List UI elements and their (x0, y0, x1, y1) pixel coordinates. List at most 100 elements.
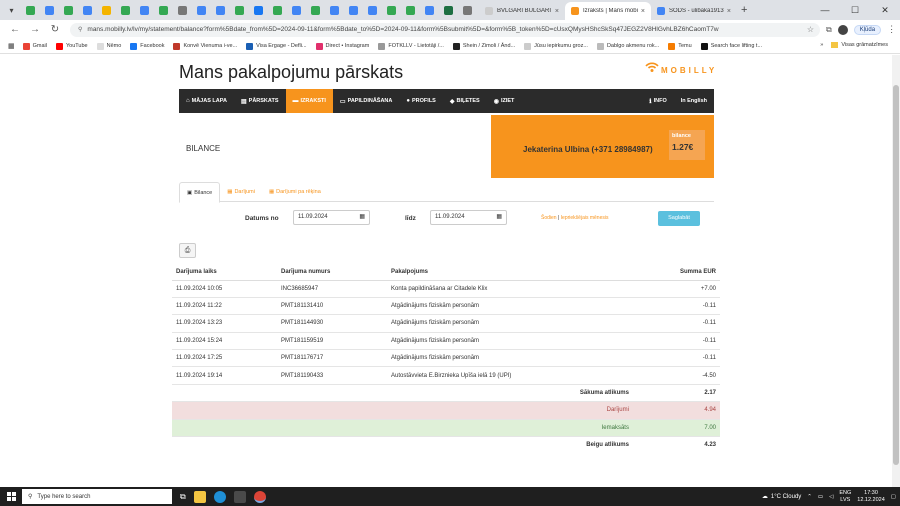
close-window-icon[interactable]: ✕ (870, 0, 900, 20)
print-button[interactable]: ⎙ (179, 243, 196, 258)
bookmark-item[interactable]: Facebook (130, 42, 164, 50)
search-placeholder: Type here to search (37, 493, 91, 500)
profile-error-button[interactable]: Kļūda (853, 24, 882, 35)
bookmark-item[interactable]: Gmail (22, 42, 47, 50)
pinned-tab[interactable] (327, 3, 342, 18)
pinned-tab[interactable] (118, 3, 133, 18)
edge-icon[interactable] (213, 490, 226, 503)
pinned-tab[interactable] (137, 3, 152, 18)
pinned-tab[interactable] (80, 3, 95, 18)
pinned-tab[interactable] (232, 3, 247, 18)
pinned-tab[interactable] (61, 3, 76, 18)
menu-icon[interactable]: ⋮ (887, 24, 896, 35)
nav-language-english[interactable]: In English (674, 89, 714, 113)
apps-icon[interactable]: ▦ (8, 42, 15, 50)
bookmark-item[interactable]: Konvē Vienuma i-ve... (173, 42, 237, 50)
nav-home[interactable]: ⌂ MĀJAS LAPA (179, 89, 234, 113)
pinned-tab[interactable] (42, 3, 57, 18)
address-bar[interactable]: ⚲ mans.mobilly.lv/lv/my/statement/balanc… (70, 22, 820, 37)
tray-overflow-icon[interactable]: ⌃ (807, 494, 812, 500)
forward-icon[interactable]: → (28, 24, 42, 35)
task-view-icon[interactable]: ⧉ (180, 492, 186, 502)
nav-statements[interactable]: ▬ IZRAKSTI (285, 89, 333, 113)
new-tab-icon[interactable]: + (741, 4, 747, 16)
bookmark-item[interactable]: Visa Ergage - Defli... (246, 42, 307, 50)
tab-transactions-by-invoice[interactable]: ▦ Darījumi pa rēķina (262, 182, 328, 202)
close-icon[interactable]: × (555, 8, 559, 15)
tab-balance[interactable]: ▣ Bilance (179, 182, 221, 203)
close-icon[interactable]: × (727, 8, 731, 15)
reload-icon[interactable]: ↻ (48, 24, 62, 35)
minimize-icon[interactable]: — (810, 0, 840, 20)
back-icon[interactable]: ← (8, 24, 22, 35)
all-bookmarks-folder[interactable]: » Visas grāmatzīmes (820, 42, 888, 48)
weather-widget[interactable]: ☁ 1°C Cloudy (762, 493, 801, 501)
nav-logout[interactable]: ◉ IZIET (487, 89, 522, 113)
pinned-tab[interactable] (460, 3, 475, 18)
pinned-tab[interactable] (308, 3, 323, 18)
bookmark-item[interactable]: YouTube (56, 42, 88, 50)
cell-amount: +7.00 (632, 279, 720, 298)
pinned-tab[interactable] (175, 3, 190, 18)
network-icon[interactable]: ▭ (818, 494, 823, 500)
bookmark-item[interactable]: Jūsu iepirkumu groz... (524, 42, 588, 50)
pinned-tab[interactable] (365, 3, 380, 18)
bookmark-item[interactable]: Temu (668, 42, 692, 50)
browser-tab-active[interactable]: Izraksts | Mans mobi × (565, 2, 651, 20)
nav-overview[interactable]: ▤ PĀRSKATS (234, 89, 286, 113)
bookmark-item[interactable]: FOTKLLV - Lietotāji /... (378, 42, 444, 50)
pinned-tab[interactable] (384, 3, 399, 18)
pinned-tab[interactable] (213, 3, 228, 18)
pinned-tab[interactable] (441, 3, 456, 18)
tab-list-icon[interactable]: ▾ (4, 3, 19, 18)
nav-tickets[interactable]: ◆ BIĻETES (443, 89, 487, 113)
tab-transactions[interactable]: ▦ Darījumi (220, 182, 262, 202)
browser-tab[interactable]: SODS - ulibaka1913 × (651, 2, 737, 20)
nav-profile[interactable]: ● PROFILS (399, 89, 442, 113)
pinned-tab[interactable] (346, 3, 361, 18)
page-scrollbar[interactable] (892, 55, 900, 487)
date-from-input[interactable]: 11.09.2024 ▦ (293, 210, 370, 225)
pinned-tab[interactable] (99, 3, 114, 18)
start-button[interactable] (0, 487, 22, 506)
mobilly-logo[interactable]: MOBILLY (644, 57, 714, 81)
chrome-icon[interactable] (253, 490, 266, 503)
nav-topup[interactable]: ▭ PAPILDINĀŠANA (333, 89, 400, 113)
language-indicator[interactable]: ENG LVS (839, 490, 851, 504)
pinned-tab[interactable] (194, 3, 209, 18)
clock[interactable]: 17:30 12.12.2024 (857, 490, 885, 504)
bookmark-item[interactable]: Shein / Zimoli / Ānd... (452, 42, 515, 50)
browser-tab[interactable]: BVLGARI BULGARI Tir × (479, 2, 565, 20)
notifications-icon[interactable]: ▢ (891, 494, 896, 500)
close-icon[interactable]: × (641, 8, 645, 15)
pinned-tab[interactable] (156, 3, 171, 18)
maximize-icon[interactable]: ☐ (840, 0, 870, 20)
cell-service: Autostāvvieta E.Birznieka Upīša ielā 19 … (387, 366, 633, 385)
bookmark-item[interactable]: Direct • Instagram (315, 42, 369, 50)
scrollbar-thumb[interactable] (893, 85, 899, 465)
previous-month-link[interactable]: Iepriekšējais mēnesis (561, 215, 609, 221)
pinned-tab[interactable] (251, 3, 266, 18)
calendar-icon[interactable]: ▦ (359, 211, 365, 224)
store-icon[interactable] (233, 490, 246, 503)
pinned-tab[interactable] (422, 3, 437, 18)
today-link[interactable]: Šodien (541, 215, 557, 221)
date-to-input[interactable]: 11.09.2024 ▦ (430, 210, 507, 225)
nav-info[interactable]: ℹ INFO (642, 89, 673, 113)
bookmark-item[interactable]: Dablgo akmenu rok... (596, 42, 659, 50)
bookmark-item[interactable]: Nēmo (96, 42, 121, 50)
bookmark-item[interactable]: Search face lifting t... (700, 42, 762, 50)
extensions-icon[interactable]: ⧉ (826, 25, 832, 35)
bookmark-star-icon[interactable]: ☆ (807, 25, 814, 34)
site-info-icon[interactable]: ⚲ (78, 26, 82, 33)
pinned-tab[interactable] (23, 3, 38, 18)
pinned-tab[interactable] (403, 3, 418, 18)
calendar-icon[interactable]: ▦ (496, 211, 502, 224)
volume-icon[interactable]: ◁ (829, 494, 833, 500)
save-button[interactable]: Saglabāt (658, 211, 700, 226)
pinned-tab[interactable] (270, 3, 285, 18)
avatar[interactable] (837, 24, 848, 35)
file-explorer-icon[interactable] (193, 490, 206, 503)
pinned-tab[interactable] (289, 3, 304, 18)
taskbar-search[interactable]: ⚲ Type here to search (22, 489, 172, 504)
